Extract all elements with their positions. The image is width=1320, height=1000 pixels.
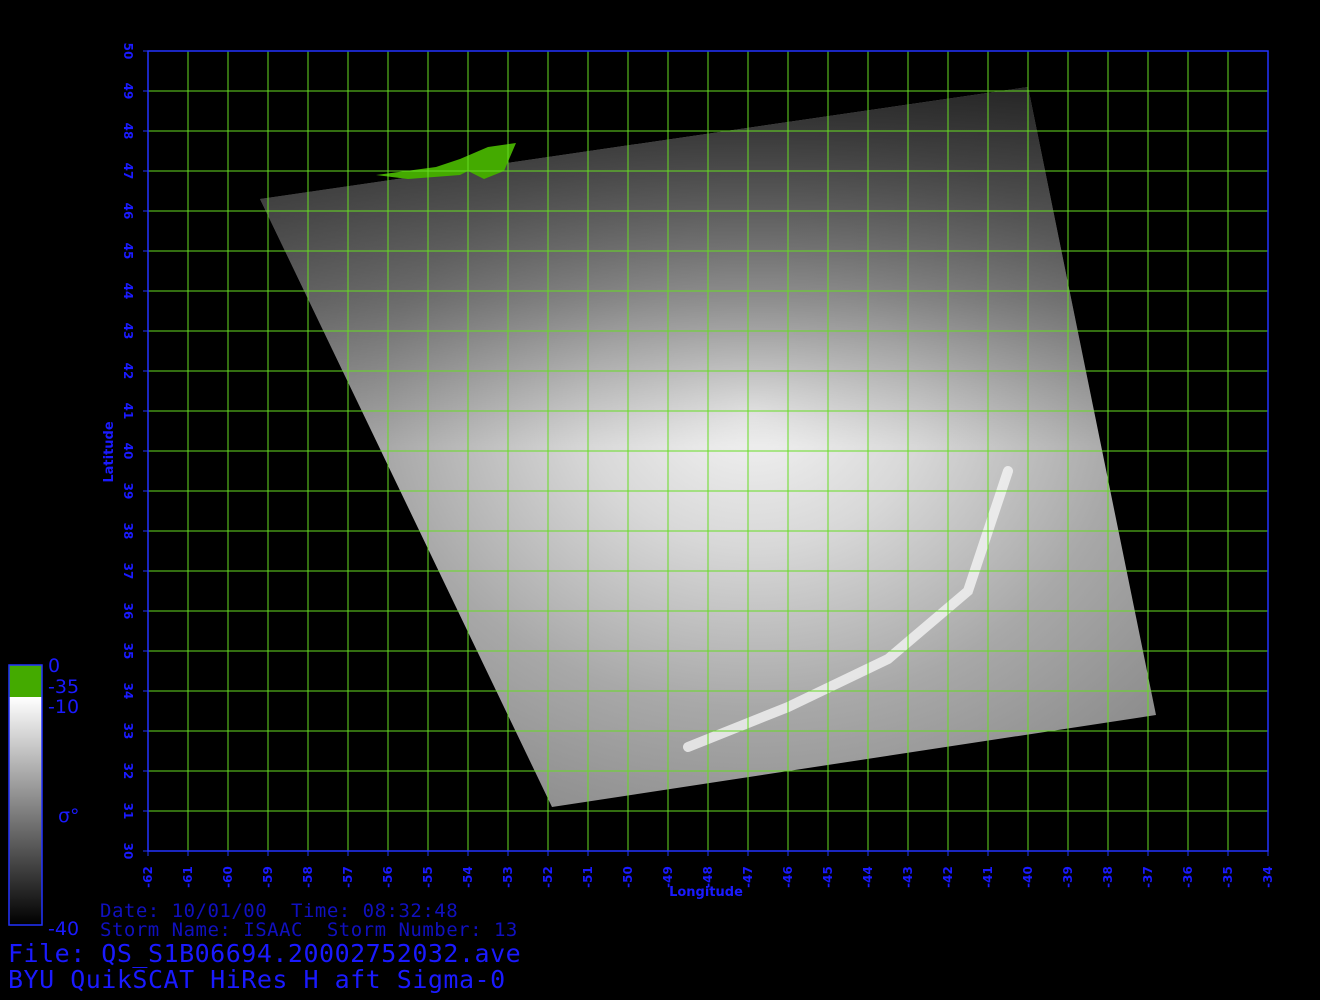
longitude-tick-labels: -62 -61 -60 -59 -58 -57 -56 -55 -54 -53 -52 -51 -50 -…	[141, 851, 1275, 888]
lon-tick-label: -53	[501, 866, 515, 888]
y-axis-title: Latitude	[102, 421, 117, 483]
lat-tick-label: 31	[121, 803, 135, 820]
colorbar-label-top: 0	[48, 655, 60, 677]
lat-tick-label: 39	[121, 483, 135, 500]
lon-tick-label: -45	[821, 866, 835, 888]
lat-tick-label: 40	[121, 443, 135, 460]
colorbar-label-low: -40	[48, 918, 79, 940]
lon-tick-label: -34	[1261, 866, 1275, 888]
lon-tick-label: -54	[461, 866, 475, 888]
lat-lon-grid	[148, 51, 1268, 851]
lat-tick-label: 50	[121, 43, 135, 60]
lon-tick-label: -58	[301, 866, 315, 888]
latitude-tick-labels: 30 31 32 33 34 35 36 37 38 39 40 41 42 43 44 45 46 47 48 49…	[121, 43, 148, 860]
lon-tick-label: -39	[1061, 866, 1075, 888]
lon-tick-label: -60	[221, 866, 235, 888]
lon-tick-label: -40	[1021, 866, 1035, 888]
lat-tick-label: 34	[121, 683, 135, 700]
lat-tick-label: 48	[121, 123, 135, 140]
file-line: File: QS_S1B06694.20002752032.ave	[8, 939, 522, 968]
land-newfoundland	[376, 143, 516, 179]
lon-tick-label: -52	[541, 866, 555, 888]
title-line: BYU QuikSCAT HiRes H aft Sigma-0	[8, 965, 506, 994]
lon-tick-label: -61	[181, 866, 195, 888]
lat-tick-label: 35	[121, 643, 135, 660]
lon-tick-label: -36	[1181, 866, 1195, 888]
colorbar-land-segment	[9, 665, 42, 697]
colorbar-label-land: -35	[48, 676, 79, 698]
lon-tick-label: -51	[581, 866, 595, 888]
lon-tick-label: -55	[421, 866, 435, 888]
lon-tick-label: -59	[261, 866, 275, 888]
lon-tick-label: -50	[621, 866, 635, 888]
lon-tick-label: -38	[1101, 866, 1115, 888]
lon-tick-label: -44	[861, 866, 875, 888]
lon-tick-label: -41	[981, 866, 995, 888]
colorbar-sigma-segment	[9, 697, 42, 925]
lat-tick-label: 33	[121, 723, 135, 740]
lat-tick-label: 47	[121, 163, 135, 180]
lon-tick-label: -42	[941, 866, 955, 888]
lat-tick-label: 37	[121, 563, 135, 580]
lat-tick-label: 41	[121, 403, 135, 420]
lat-tick-label: 42	[121, 363, 135, 380]
lat-tick-label: 30	[121, 843, 135, 860]
lat-tick-label: 32	[121, 763, 135, 780]
colorbar: 0 -35 -10 σ° -40	[8, 655, 80, 940]
map-plot: -62 -61 -60 -59 -58 -57 -56 -55 -54 -53 -52 -51 -50 -…	[8, 43, 1275, 940]
storm-line: Storm Name: ISAAC Storm Number: 13	[100, 919, 518, 941]
lon-tick-label: -62	[141, 866, 155, 888]
lon-tick-label: -46	[781, 866, 795, 888]
lat-tick-label: 43	[121, 323, 135, 340]
lat-tick-label: 46	[121, 203, 135, 220]
lon-tick-label: -56	[381, 866, 395, 888]
lon-tick-label: -35	[1221, 866, 1235, 888]
lon-tick-label: -43	[901, 866, 915, 888]
colorbar-label-high: -10	[48, 696, 79, 718]
lon-tick-label: -37	[1141, 866, 1155, 888]
lat-tick-label: 45	[121, 243, 135, 260]
lat-tick-label: 49	[121, 83, 135, 100]
lat-tick-label: 44	[121, 283, 135, 300]
lat-tick-label: 38	[121, 523, 135, 540]
lat-tick-label: 36	[121, 603, 135, 620]
lon-tick-label: -57	[341, 866, 355, 888]
x-axis-title: Longitude	[669, 885, 743, 900]
lon-tick-label: -47	[741, 866, 755, 888]
colorbar-unit: σ°	[58, 805, 80, 827]
